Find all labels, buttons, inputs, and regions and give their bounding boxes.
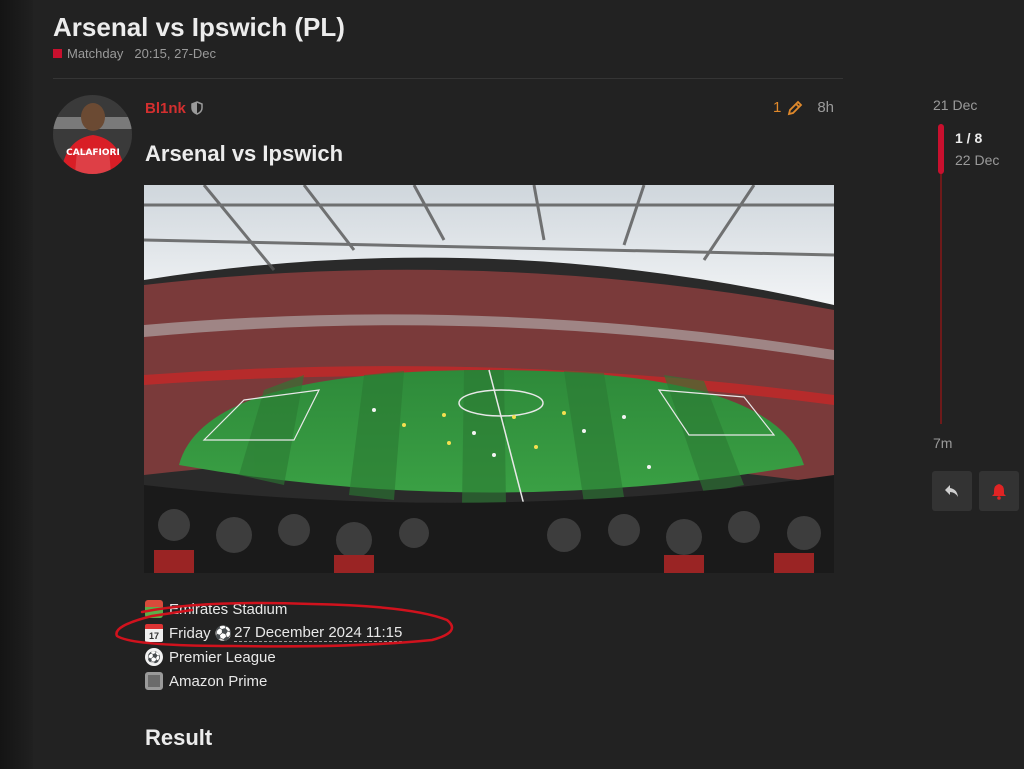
timeline-start-date[interactable]: 21 Dec — [933, 97, 977, 113]
venue-text: Emirates Stadium — [169, 600, 288, 618]
avatar-image: CALAFIORI — [53, 95, 132, 174]
post-meta: 1 8h — [773, 99, 834, 116]
timeline-position-date: 22 Dec — [955, 152, 1000, 168]
topic-title[interactable]: Arsenal vs Ipswich (PL) — [53, 12, 345, 43]
timeline-handle[interactable] — [938, 124, 944, 174]
topic-created-time: 20:15, 27-Dec — [134, 46, 217, 61]
post-heading: Arsenal vs Ipswich — [145, 141, 344, 166]
tv-icon — [145, 672, 163, 690]
timeline-end-age[interactable]: 7m — [933, 435, 952, 451]
reply-icon — [945, 485, 958, 497]
header-divider — [53, 78, 843, 79]
left-background-strip — [0, 0, 33, 769]
pencil-icon[interactable] — [787, 100, 803, 116]
venue-row: Emirates Stadium — [145, 597, 402, 621]
calendar-icon: 17 — [145, 624, 163, 642]
edit-count[interactable]: 1 — [773, 99, 781, 116]
competition-row: ⚽ Premier League — [145, 645, 402, 669]
category-link[interactable]: Matchday — [67, 46, 123, 61]
reply-button[interactable] — [932, 471, 972, 511]
topic-category-line: Matchday 20:15, 27-Dec — [53, 46, 216, 61]
category-color-badge — [53, 49, 62, 58]
broadcaster-row: Amazon Prime — [145, 669, 402, 693]
broadcaster-text: Amazon Prime — [169, 672, 268, 690]
match-info-list: Emirates Stadium 17 Friday ⚽ 27 December… — [145, 597, 403, 693]
bell-icon — [992, 484, 1006, 500]
post-age[interactable]: 8h — [817, 99, 834, 116]
stadium-icon — [145, 600, 163, 618]
stadium-photo — [144, 185, 834, 573]
avatar-shirt-text: CALAFIORI — [66, 148, 120, 158]
competition-text: Premier League — [169, 648, 276, 666]
timeline-position: 1 / 8 — [955, 130, 983, 146]
shield-icon — [191, 101, 203, 115]
result-heading: Result — [145, 725, 213, 750]
day-text: Friday — [169, 624, 211, 642]
stadium-image[interactable] — [144, 185, 834, 573]
soccer-ball-icon: ⚽ — [145, 648, 163, 666]
globe-icon: ⚽ — [214, 624, 233, 641]
local-date-time[interactable]: 27 December 2024 11:15 — [234, 624, 403, 642]
post-username[interactable]: Bl1nk — [145, 100, 186, 117]
datetime-row: 17 Friday ⚽ 27 December 2024 11:15 — [145, 621, 403, 645]
notification-button[interactable] — [979, 471, 1019, 511]
avatar[interactable]: CALAFIORI — [53, 95, 132, 174]
